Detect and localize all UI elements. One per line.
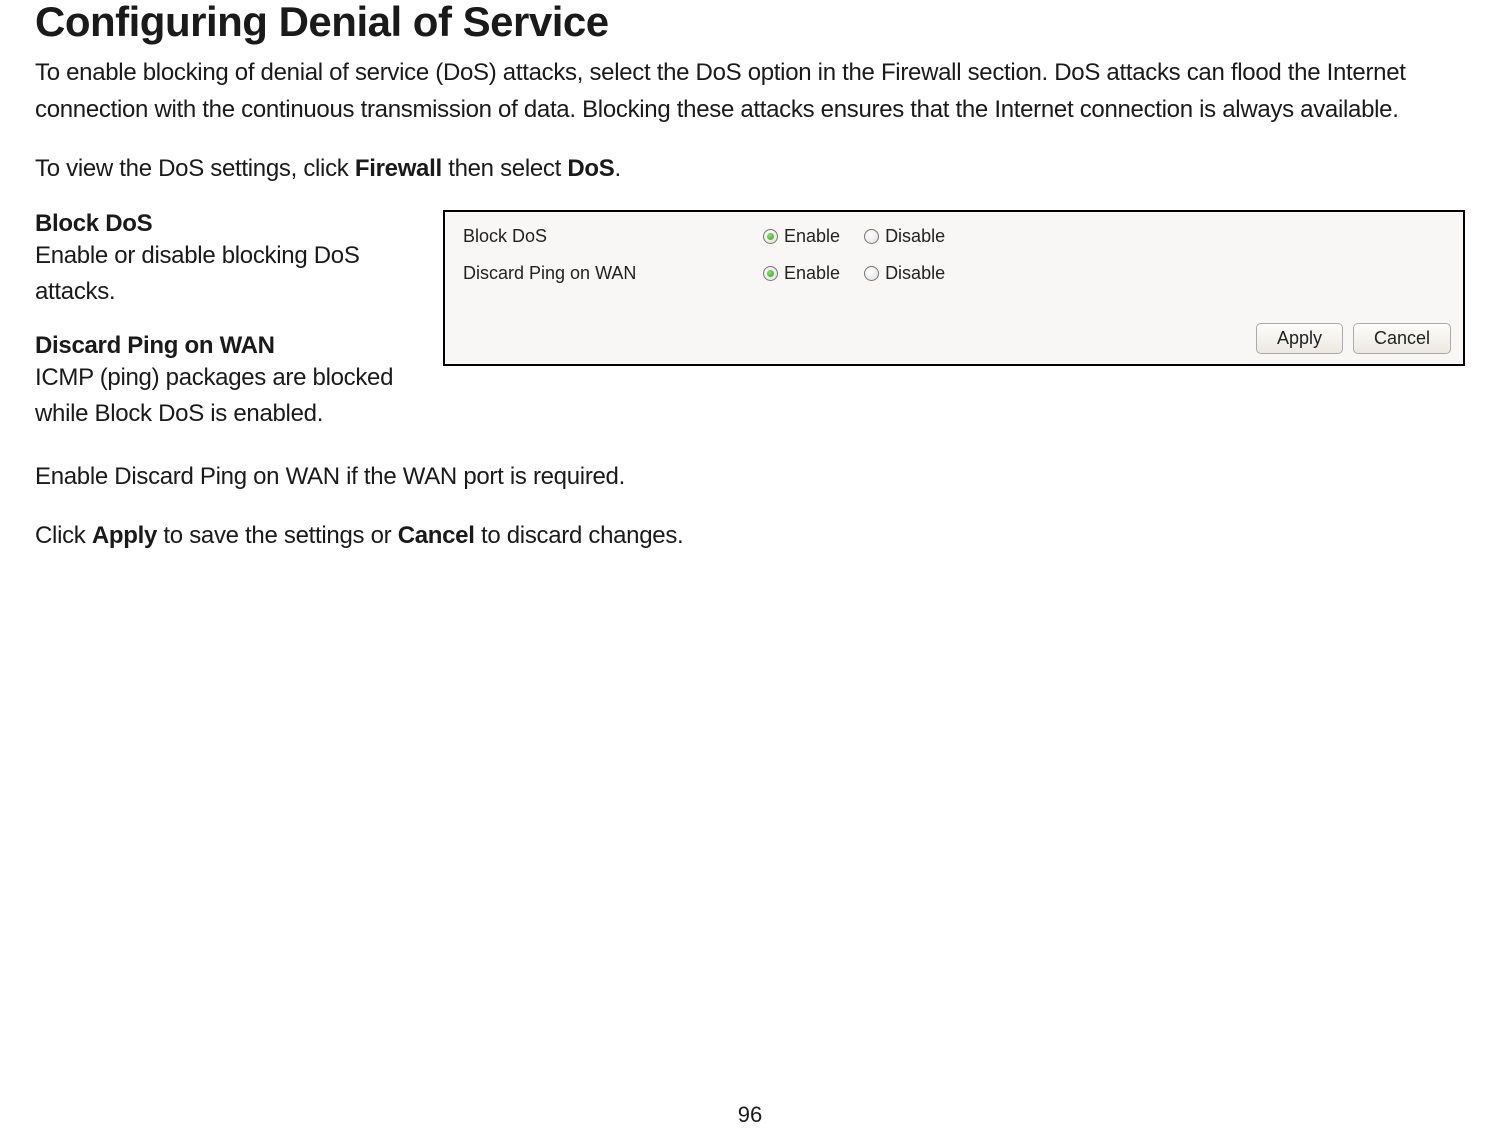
page-title: Configuring Denial of Service xyxy=(35,0,1465,46)
nav-mid: then select xyxy=(442,155,568,182)
apply-instruction: Click Apply to save the settings or Canc… xyxy=(35,517,1465,554)
discard-ping-desc: ICMP (ping) packages are blocked while B… xyxy=(35,360,415,432)
settings-screenshot-panel: Block DoS Enable Disable Discard Ping on… xyxy=(443,210,1465,366)
apply-p2: to save the settings or xyxy=(157,522,398,549)
radio-label: Enable xyxy=(784,226,840,247)
apply-bold: Apply xyxy=(92,522,157,549)
radio-block-dos-disable[interactable]: Disable xyxy=(864,226,945,247)
definitions-column: Block DoS Enable or disable blocking DoS… xyxy=(35,210,415,454)
apply-button[interactable]: Apply xyxy=(1256,323,1343,354)
block-dos-desc: Enable or disable blocking DoS attacks. xyxy=(35,238,415,310)
panel-row-block-dos: Block DoS Enable Disable xyxy=(463,226,1445,247)
two-column-area: Block DoS Enable or disable blocking DoS… xyxy=(35,210,1465,454)
panel-row-discard-ping: Discard Ping on WAN Enable Disable xyxy=(463,263,1445,284)
radio-discard-ping-disable[interactable]: Disable xyxy=(864,263,945,284)
radio-label: Disable xyxy=(885,226,945,247)
panel-label-discard-ping: Discard Ping on WAN xyxy=(463,263,763,284)
nav-prefix: To view the DoS settings, click xyxy=(35,155,355,182)
radio-block-dos-enable[interactable]: Enable xyxy=(763,226,840,247)
radio-icon xyxy=(864,266,879,281)
radio-label: Enable xyxy=(784,263,840,284)
panel-label-block-dos: Block DoS xyxy=(463,226,763,247)
block-dos-head: Block DoS xyxy=(35,210,415,238)
discard-required-note: Enable Discard Ping on WAN if the WAN po… xyxy=(35,458,1465,495)
cancel-bold: Cancel xyxy=(398,522,475,549)
page-number: 96 xyxy=(0,1102,1500,1128)
radio-label: Disable xyxy=(885,263,945,284)
cancel-button[interactable]: Cancel xyxy=(1353,323,1451,354)
radio-discard-ping-enable[interactable]: Enable xyxy=(763,263,840,284)
discard-ping-head: Discard Ping on WAN xyxy=(35,332,415,360)
intro-paragraph: To enable blocking of denial of service … xyxy=(35,54,1465,128)
nav-suffix: . xyxy=(614,155,620,182)
nav-firewall: Firewall xyxy=(355,155,442,182)
nav-dos: DoS xyxy=(567,155,614,182)
apply-p3: to discard changes. xyxy=(475,522,684,549)
radio-icon xyxy=(864,229,879,244)
radio-icon xyxy=(763,229,778,244)
radio-icon xyxy=(763,266,778,281)
apply-p1: Click xyxy=(35,522,92,549)
nav-instruction: To view the DoS settings, click Firewall… xyxy=(35,150,1465,187)
